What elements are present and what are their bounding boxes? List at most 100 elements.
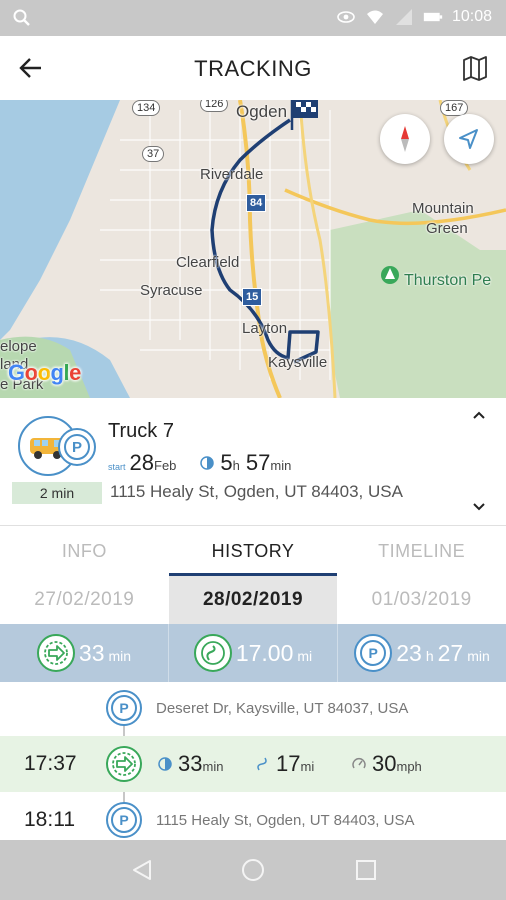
route-shield: 134 (132, 100, 161, 116)
elapsed-hours-unit: h (232, 458, 240, 473)
map-label: Thurston Pe (404, 272, 492, 289)
wifi-icon (366, 10, 383, 24)
battery-icon (423, 12, 443, 22)
map-icon[interactable] (462, 55, 488, 81)
duration-badge: 2 min (12, 482, 102, 504)
summary-distance-unit: mi (297, 648, 313, 664)
tab-info[interactable]: INFO (0, 526, 169, 576)
app-bar: TRACKING (0, 36, 506, 100)
interstate-shield: 15 (242, 288, 263, 306)
timeline-trip[interactable]: 17:37 33 min 17 mi 30 mph (0, 736, 506, 792)
clock-icon (158, 757, 172, 771)
vehicle-start-row: start 28 Feb 5 h 57 min (108, 450, 291, 476)
interstate-shield: 84 (246, 194, 267, 212)
elapsed-minutes-unit: min (270, 458, 292, 473)
system-nav-bar (0, 840, 506, 900)
home-circle-icon[interactable] (241, 858, 265, 882)
parking-icon: P (354, 634, 393, 672)
trip-distance-value: 17 (276, 751, 301, 776)
route-shield: 126 (200, 100, 229, 112)
speedometer-icon (352, 758, 366, 769)
summary-distance: 17.00 mi (169, 624, 338, 682)
tab-bar: INFO HISTORY TIMELINE (0, 526, 506, 576)
chevron-down-icon[interactable] (472, 502, 486, 512)
clock-icon (200, 456, 215, 470)
start-day: 28 (129, 450, 154, 475)
trip-speed-unit: mph (396, 759, 422, 774)
chevron-up-icon[interactable] (472, 410, 486, 420)
summary-park-hours-unit: h (425, 648, 434, 664)
date-selector: 27/02/2019 28/02/2019 01/03/2019 (0, 576, 506, 624)
timeline-stop[interactable]: P Deseret Dr, Kaysville, UT 84037, USA (0, 688, 506, 728)
drive-arrow-icon (36, 634, 75, 672)
map-label: Syracuse (140, 282, 203, 299)
status-bar: 10:08 (0, 0, 506, 36)
map-label: Mountain (412, 200, 474, 217)
timeline-stop[interactable]: 18:11 P 1115 Healy St, Ogden, UT 84403, … (0, 800, 506, 840)
parking-icon: P (106, 802, 142, 838)
map-canvas (0, 100, 506, 398)
tab-timeline[interactable]: TIMELINE (337, 526, 506, 576)
drive-arrow-icon (106, 746, 142, 782)
elapsed-minutes: 57 (245, 450, 271, 475)
trip-speed: 30 mph (352, 751, 422, 777)
route-squiggle-icon (257, 757, 267, 771)
tab-history[interactable]: HISTORY (168, 526, 338, 576)
google-logo: Google (8, 360, 81, 385)
compass-button[interactable] (380, 114, 430, 164)
back-triangle-icon[interactable] (130, 858, 154, 882)
route-squiggle-icon (193, 634, 232, 672)
summary-parking-time: P 23 h 27 min (338, 624, 506, 682)
map-label: Layton (242, 320, 288, 337)
map-label: Green (426, 220, 468, 237)
trip-duration: 33 min (158, 751, 223, 777)
stop-address: Deseret Dr, Kaysville, UT 84037, USA (156, 699, 409, 717)
timeline-node: P (106, 802, 142, 838)
map-label: Clearfield (176, 254, 240, 271)
summary-park-minutes: 27 (437, 639, 464, 666)
date-selected[interactable]: 28/02/2019 (168, 576, 338, 624)
map-view[interactable]: 134 126 37 167 84 15 Ogden Riverdale Mou… (0, 100, 506, 398)
summary-park-hours: 23 (396, 639, 422, 666)
vehicle-card[interactable]: P 2 min Truck 7 start 28 Feb 5 h 57 min … (0, 398, 506, 526)
date-previous[interactable]: 27/02/2019 (0, 576, 169, 624)
map-label: elope (0, 338, 37, 355)
timeline-node: P (106, 690, 142, 726)
stop-address: 1115 Healy St, Ogden, UT 84403, USA (156, 811, 415, 829)
summary-drive-value: 33 (78, 639, 105, 666)
parking-icon: P (106, 690, 142, 726)
my-location-button[interactable] (444, 114, 494, 164)
start-label: start (108, 462, 126, 472)
parking-icon: P (58, 428, 96, 466)
elapsed-hours: 5 (220, 450, 233, 475)
timeline-node (106, 746, 142, 782)
map-label: Ogden (236, 102, 288, 121)
route-shield: 37 (142, 146, 165, 162)
trip-speed-value: 30 (372, 751, 397, 776)
summary-park-minutes-unit: min (467, 648, 490, 664)
recents-square-icon[interactable] (354, 858, 378, 882)
map-label: Riverdale (200, 166, 264, 183)
signal-icon (395, 9, 412, 25)
day-summary: 33 min 17.00 mi P 23 h 27 min (0, 624, 506, 682)
search-icon (13, 9, 30, 26)
status-time: 10:08 (451, 8, 492, 25)
trip-distance-unit: mi (300, 759, 315, 774)
map-label: Kaysville (268, 354, 328, 371)
compass-icon (401, 126, 409, 152)
history-timeline: P Deseret Dr, Kaysville, UT 84037, USA 1… (0, 682, 506, 840)
summary-distance-value: 17.00 (235, 639, 294, 666)
summary-drive-unit: min (108, 648, 132, 664)
start-month: Feb (154, 458, 177, 473)
vehicle-address: 1115 Healy St, Ogden, UT 84403, USA (110, 482, 403, 501)
navigation-arrow-icon (459, 129, 478, 149)
vehicle-name: Truck 7 (108, 420, 174, 442)
page-title: TRACKING (194, 56, 312, 81)
trip-duration-value: 33 (178, 751, 203, 776)
eye-icon (337, 11, 355, 23)
stop-time: 18:11 (24, 808, 75, 831)
trip-duration-unit: min (202, 759, 224, 774)
date-next[interactable]: 01/03/2019 (337, 576, 506, 624)
summary-drive-time: 33 min (0, 624, 169, 682)
trip-time: 17:37 (24, 752, 77, 775)
